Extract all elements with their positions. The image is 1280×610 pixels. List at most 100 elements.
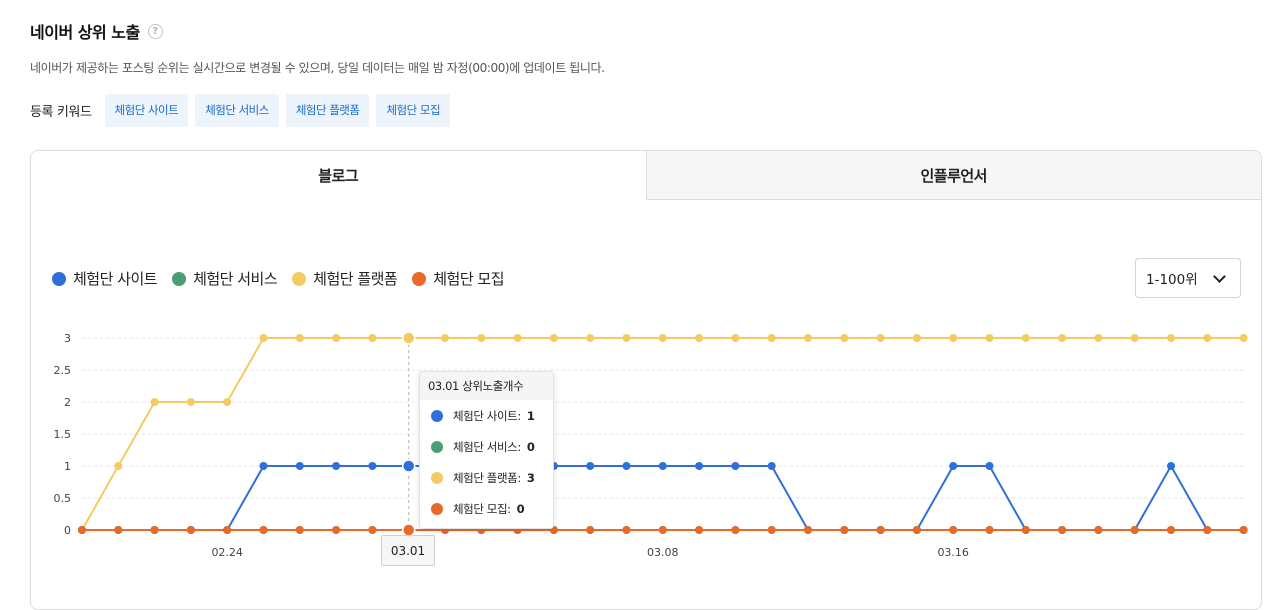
data-point	[949, 462, 957, 470]
data-point	[695, 462, 703, 470]
data-point	[368, 334, 376, 342]
tooltip-label: 체험단 서비스:	[453, 439, 521, 455]
data-point	[1167, 462, 1175, 470]
data-point	[1131, 526, 1139, 534]
data-point	[623, 526, 631, 534]
data-point	[187, 526, 195, 534]
data-point	[260, 462, 268, 470]
x-tick-label: 02.24	[211, 546, 243, 559]
data-point	[223, 526, 231, 534]
data-point	[731, 526, 739, 534]
data-point	[586, 526, 594, 534]
line-chart: 0 0.5 1 1.5 2 2.5 3 02.24 03.08 03.16	[0, 0, 1280, 593]
hover-x-label: 03.01	[381, 535, 435, 566]
tooltip-value: 0	[527, 440, 535, 454]
data-point	[840, 526, 848, 534]
data-point	[332, 526, 340, 534]
data-point	[586, 334, 594, 342]
data-point	[1058, 526, 1066, 534]
data-point	[260, 334, 268, 342]
data-point	[477, 334, 485, 342]
y-tick-label: 1	[64, 460, 71, 473]
tooltip-row: 체험단 플랫폼: 3	[420, 462, 553, 493]
data-point	[296, 462, 304, 470]
tooltip-value: 3	[527, 471, 535, 485]
data-point	[403, 460, 415, 472]
tooltip-dot-icon	[431, 410, 443, 422]
data-point	[804, 334, 812, 342]
data-point	[1094, 526, 1102, 534]
data-point	[223, 398, 231, 406]
tooltip-label: 체험단 플랫폼:	[453, 470, 521, 486]
y-tick-label: 0	[64, 524, 71, 537]
data-point	[877, 526, 885, 534]
data-point	[1058, 334, 1066, 342]
tooltip-dot-icon	[431, 503, 443, 515]
tooltip-value: 0	[517, 502, 525, 516]
tooltip-dot-icon	[431, 472, 443, 484]
tooltip-label: 체험단 사이트:	[453, 408, 521, 424]
data-point	[114, 462, 122, 470]
data-point	[368, 526, 376, 534]
tooltip-title: 03.01 상위노출개수	[420, 372, 553, 400]
data-point	[731, 334, 739, 342]
data-point	[151, 526, 159, 534]
data-point	[986, 462, 994, 470]
x-tick-label: 03.08	[647, 546, 679, 559]
tooltip-dot-icon	[431, 441, 443, 453]
data-point	[913, 334, 921, 342]
data-point	[1240, 526, 1248, 534]
data-point	[949, 526, 957, 534]
data-point	[1022, 334, 1030, 342]
x-tick-label: 03.16	[937, 546, 969, 559]
data-point	[623, 462, 631, 470]
data-point	[1167, 526, 1175, 534]
tooltip-value: 1	[527, 409, 535, 423]
data-point	[913, 526, 921, 534]
data-point	[1022, 526, 1030, 534]
data-point	[296, 334, 304, 342]
data-point	[695, 334, 703, 342]
data-point	[114, 526, 122, 534]
data-point	[260, 526, 268, 534]
data-point	[659, 334, 667, 342]
tooltip-label: 체험단 모집:	[453, 501, 511, 517]
data-point	[368, 462, 376, 470]
chart-tooltip: 03.01 상위노출개수 체험단 사이트: 1 체험단 서비스: 0 체험단 플…	[419, 371, 554, 529]
y-tick-label: 2	[64, 396, 71, 409]
tooltip-row: 체험단 모집: 0	[420, 493, 553, 524]
tooltip-row: 체험단 서비스: 0	[420, 431, 553, 462]
data-point	[949, 334, 957, 342]
data-point	[403, 332, 415, 344]
data-point	[768, 462, 776, 470]
data-point	[1203, 526, 1211, 534]
data-point	[187, 398, 195, 406]
data-point	[1240, 334, 1248, 342]
data-point	[514, 334, 522, 342]
data-point	[332, 334, 340, 342]
data-point	[441, 334, 449, 342]
data-point	[877, 334, 885, 342]
data-point	[986, 334, 994, 342]
data-point	[332, 462, 340, 470]
y-tick-label: 2.5	[54, 364, 72, 377]
y-tick-label: 0.5	[54, 492, 72, 505]
data-point	[659, 526, 667, 534]
data-point	[695, 526, 703, 534]
data-point	[986, 526, 994, 534]
data-point	[768, 526, 776, 534]
y-tick-label: 3	[64, 332, 71, 345]
data-point	[296, 526, 304, 534]
data-point	[1167, 334, 1175, 342]
data-point	[550, 334, 558, 342]
data-point	[840, 334, 848, 342]
y-tick-label: 1.5	[54, 428, 72, 441]
data-point	[151, 398, 159, 406]
data-point	[768, 334, 776, 342]
data-point	[586, 462, 594, 470]
data-point	[1131, 334, 1139, 342]
data-point	[1203, 334, 1211, 342]
data-point	[78, 526, 86, 534]
tooltip-row: 체험단 사이트: 1	[420, 400, 553, 431]
data-point	[1094, 334, 1102, 342]
